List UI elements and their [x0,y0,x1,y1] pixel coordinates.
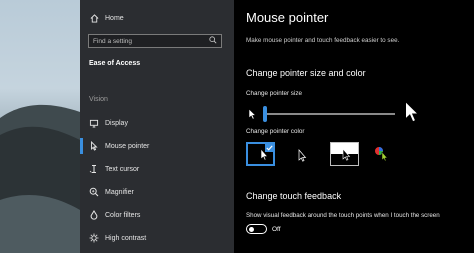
large-pointer-icon [404,100,420,129]
nav-home-label: Home [105,14,124,22]
nav-group-title: Ease of Access [89,60,141,67]
section-heading-touch: Change touch feedback [246,191,342,201]
high-contrast-icon [89,233,99,243]
page-title: Mouse pointer [246,10,329,25]
sidebar-item-label: Color filters [105,211,141,219]
display-icon [89,118,99,128]
color-filters-icon [89,210,99,220]
check-icon [265,143,274,152]
home-icon [89,13,99,23]
magnifier-icon [89,187,99,197]
toggle-knob [249,226,254,232]
search-placeholder: Find a setting [93,37,133,45]
pointer-color-inverted-option[interactable] [330,142,359,166]
small-pointer-icon [248,107,257,125]
sidebar-item-label: Mouse pointer [105,142,150,150]
touch-feedback-toggle[interactable] [246,224,267,234]
pointer-color-custom-option[interactable] [368,142,397,166]
sidebar-item-label: Text cursor [105,165,140,173]
sidebar-item-text-cursor[interactable]: Text cursor [80,160,234,178]
search-icon [209,36,217,46]
section-heading-pointer: Change pointer size and color [246,68,366,78]
nav-home[interactable]: Home [80,9,234,27]
sidebar-item-label: High contrast [105,234,147,242]
sidebar-item-high-contrast[interactable]: High contrast [80,229,234,247]
text-cursor-icon [89,164,99,174]
desktop-wallpaper [0,0,80,253]
pointer-color-white-option[interactable] [246,142,275,166]
search-input[interactable]: Find a setting [88,34,222,48]
pointer-size-slider-thumb[interactable] [263,106,267,122]
page-subtitle: Make mouse pointer and touch feedback ea… [246,37,400,44]
pointer-size-slider-track[interactable] [265,113,395,115]
nav-section-vision: Vision [89,96,108,103]
content-pane: Mouse pointer Make mouse pointer and tou… [234,0,474,253]
sidebar-item-display[interactable]: Display [80,114,234,132]
sidebar-item-magnifier[interactable]: Magnifier [80,183,234,201]
sidebar-item-mouse-pointer[interactable]: Mouse pointer [80,137,234,155]
sidebar-item-label: Display [105,119,128,127]
settings-nav-pane: Home Find a setting Ease of Access Visio… [80,0,234,253]
pointer-color-label: Change pointer color [246,128,305,135]
toggle-state-label: Off [272,226,281,233]
sidebar-item-color-filters[interactable]: Color filters [80,206,234,224]
sidebar-item-label: Magnifier [105,188,134,196]
pointer-color-black-option[interactable] [287,142,316,166]
pointer-size-label: Change pointer size [246,90,303,97]
mouse-pointer-icon [89,141,99,151]
touch-feedback-label: Show visual feedback around the touch po… [246,212,440,219]
